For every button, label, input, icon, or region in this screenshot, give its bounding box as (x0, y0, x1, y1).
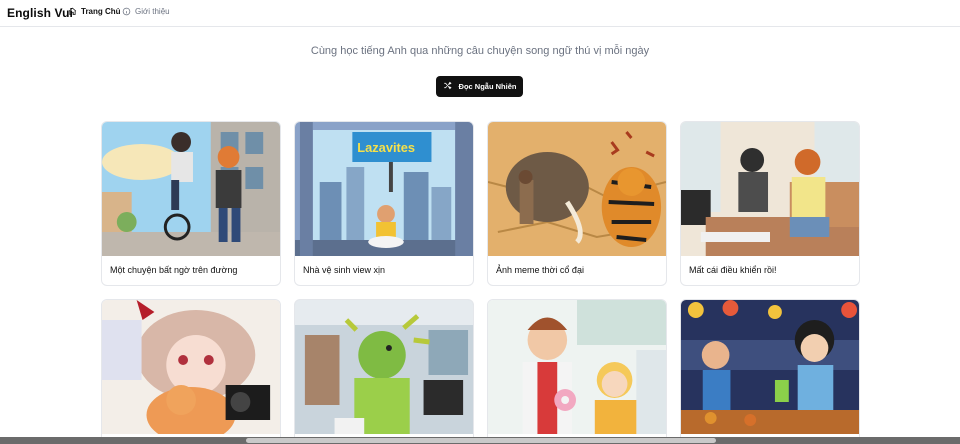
story-grid: Một chuyện bất ngờ trên đường Lazavites … (101, 121, 860, 444)
night-market-friends-illustration (681, 300, 859, 434)
story-card[interactable] (680, 299, 860, 444)
nav-item-home-label: Trang Chủ (81, 7, 121, 16)
story-title: Nhà vệ sinh view xịn (303, 265, 386, 275)
story-card[interactable]: Lazavites Nhà vệ sinh view xịn (294, 121, 474, 286)
scrollbar-thumb[interactable] (246, 438, 716, 443)
random-read-button[interactable]: Đọc Ngẫu Nhiên (436, 76, 523, 97)
home-icon (68, 7, 77, 16)
story-card[interactable]: Mất cái điều khiển rồi! (680, 121, 860, 286)
girl-with-cat-camera-illustration (102, 300, 280, 434)
kitchen-donut-couple-illustration (488, 300, 666, 434)
story-title: Mất cái điều khiển rồi! (689, 265, 777, 275)
toilet-city-view-illustration: Lazavites (295, 122, 473, 256)
story-card[interactable]: Một chuyện bất ngờ trên đường (101, 121, 281, 286)
billboard-sign-text: Lazavites (357, 140, 415, 155)
story-card[interactable] (294, 299, 474, 444)
story-title: Một chuyện bất ngờ trên đường (110, 265, 238, 275)
nav-item-home[interactable]: Trang Chủ (68, 7, 121, 16)
story-card[interactable] (101, 299, 281, 444)
story-card[interactable] (487, 299, 667, 444)
top-navigation-bar: English Vui Trang Chủ Giới thiệu (0, 0, 960, 27)
cave-painting-mammoth-tiger-illustration (488, 122, 666, 256)
street-unicycle-illustration (102, 122, 280, 256)
info-icon (122, 7, 131, 16)
nav-item-about[interactable]: Giới thiệu (122, 7, 170, 16)
site-logo[interactable]: English Vui (7, 6, 73, 20)
story-title: Ảnh meme thời cổ đại (496, 265, 584, 275)
random-read-button-label: Đọc Ngẫu Nhiên (458, 82, 517, 91)
page-tagline: Cùng học tiếng Anh qua những câu chuyện … (310, 45, 650, 57)
living-room-couple-illustration (681, 122, 859, 256)
horizontal-scrollbar[interactable] (0, 437, 960, 444)
shuffle-icon (443, 81, 452, 92)
nav-item-about-label: Giới thiệu (135, 7, 170, 16)
office-slime-man-illustration (295, 300, 473, 434)
story-card[interactable]: Ảnh meme thời cổ đại (487, 121, 667, 286)
